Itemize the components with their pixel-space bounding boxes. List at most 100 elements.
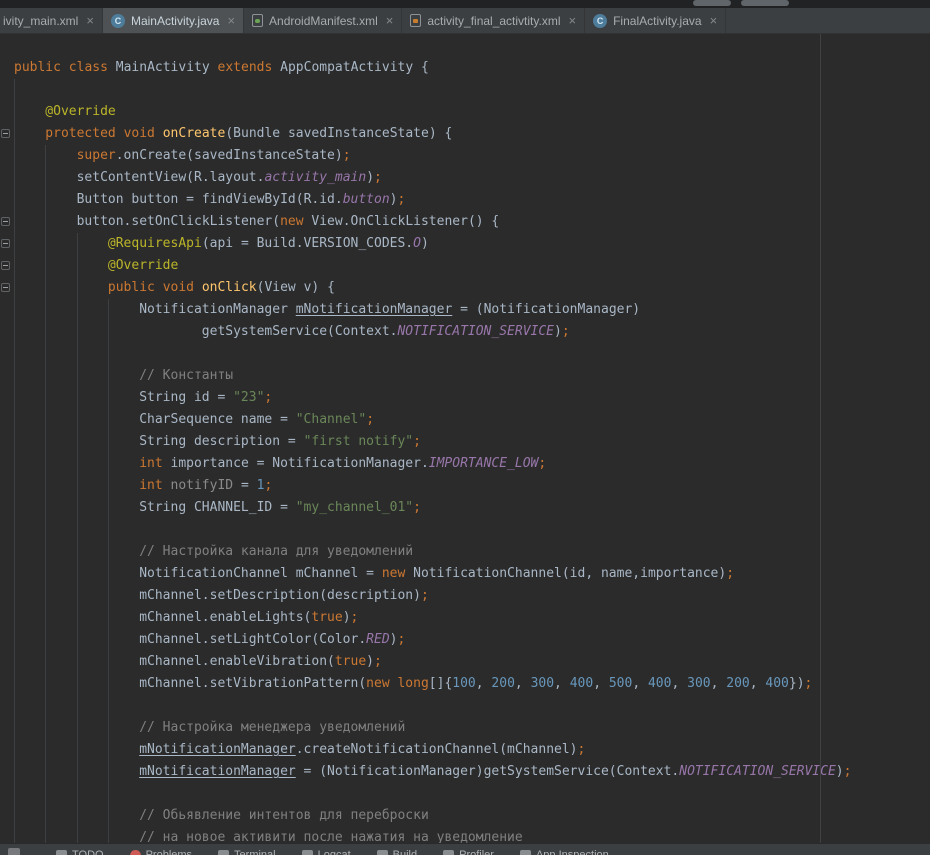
indent-guide: [77, 673, 108, 695]
toolwindow-label: App Inspection: [536, 849, 609, 855]
indent-guide: [14, 233, 45, 255]
code-line: mNotificationManager.createNotificationC…: [0, 739, 930, 761]
code-line: Button button = findViewById(R.id.button…: [0, 189, 930, 211]
toolwindow-button-profiler[interactable]: Profiler: [443, 846, 494, 855]
indent-guide: [14, 79, 45, 101]
gutter: [0, 321, 14, 343]
indent-guide: [45, 629, 76, 651]
toolwindow-button-problems[interactable]: Problems: [130, 846, 192, 855]
indent-guide: [77, 387, 108, 409]
toolwindow-button-build[interactable]: Build: [377, 846, 417, 855]
close-icon[interactable]: ×: [569, 14, 577, 27]
indent-guide: [45, 321, 76, 343]
code-line: NotificationChannel mChannel = new Notif…: [0, 563, 930, 585]
indent-guide: [14, 321, 45, 343]
code-line: mNotificationManager = (NotificationMana…: [0, 761, 930, 783]
gutter: [0, 431, 14, 453]
indent-guide: [45, 211, 76, 233]
indent-guide: [77, 585, 108, 607]
indent-guide: [45, 761, 76, 783]
indent-guide: [14, 563, 45, 585]
close-icon[interactable]: ×: [386, 14, 394, 27]
indent-guide: [108, 783, 139, 805]
code-line: super.onCreate(savedInstanceState);: [0, 145, 930, 167]
tab-ivity-main-xml[interactable]: ivity_main.xml×: [0, 8, 103, 33]
indent-guide: [14, 585, 45, 607]
indent-guide: [14, 211, 45, 233]
indent-guide: [14, 651, 45, 673]
fold-marker-icon[interactable]: [1, 239, 10, 248]
gutter: [0, 475, 14, 497]
fold-marker-icon[interactable]: [1, 261, 10, 270]
indent-guide: [45, 585, 76, 607]
indent-guide: [14, 255, 45, 277]
indent-guide: [77, 629, 108, 651]
code-line: [0, 519, 930, 541]
indent-guide: [45, 189, 76, 211]
code-line: [0, 343, 930, 365]
indent-guide: [108, 519, 139, 541]
gutter: [0, 57, 14, 79]
indent-guide: [108, 739, 139, 761]
indent-guide: [77, 475, 108, 497]
code-line: mChannel.setLightColor(Color.RED);: [0, 629, 930, 651]
toolwindow-button-todo[interactable]: TODO: [56, 846, 104, 855]
indent-guide: [108, 541, 139, 563]
tab-androidmanifest-xml[interactable]: AndroidManifest.xml×: [244, 8, 402, 33]
indent-guide: [14, 673, 45, 695]
indent-guide: [14, 453, 45, 475]
gutter: [0, 497, 14, 519]
indent-guide: [14, 277, 45, 299]
terminal-icon: [218, 850, 229, 855]
indent-guide: [77, 343, 108, 365]
xml-file-icon: [410, 14, 421, 27]
toolwindow-label: Build: [393, 849, 417, 855]
indent-guide: [14, 409, 45, 431]
toolwindow-button-app-inspection[interactable]: App Inspection: [520, 846, 609, 855]
indent-guide: [45, 167, 76, 189]
indent-guide: [14, 101, 45, 123]
indent-guide: [77, 607, 108, 629]
tab-finalactivity-java[interactable]: CFinalActivity.java×: [585, 8, 726, 33]
indent-guide: [108, 321, 139, 343]
fold-marker-icon[interactable]: [1, 283, 10, 292]
indent-guide: [45, 365, 76, 387]
toolwindow-switcher-icon[interactable]: [8, 848, 20, 855]
ide-window: ivity_main.xml×CMainActivity.java×Androi…: [0, 0, 930, 855]
toolwindow-button-logcat[interactable]: Logcat: [302, 846, 351, 855]
indent-guide: [77, 497, 108, 519]
toolwindow-button-terminal[interactable]: Terminal: [218, 846, 276, 855]
code-line: // Настройка менеджера уведомлений: [0, 717, 930, 739]
close-icon[interactable]: ×: [710, 14, 718, 27]
code-line: String description = "first notify";: [0, 431, 930, 453]
indent-guide: [108, 453, 139, 475]
fold-marker-icon[interactable]: [1, 129, 10, 138]
fold-marker-icon[interactable]: [1, 217, 10, 226]
indent-guide: [45, 145, 76, 167]
indent-guide: [77, 805, 108, 827]
todo-icon: [56, 850, 67, 855]
code-line: NotificationManager mNotificationManager…: [0, 299, 930, 321]
tab-mainactivity-java[interactable]: CMainActivity.java×: [103, 8, 244, 33]
indent-guide: [77, 321, 108, 343]
gutter: [0, 629, 14, 651]
gutter: [0, 167, 14, 189]
code-line: int importance = NotificationManager.IMP…: [0, 453, 930, 475]
indent-guide: [77, 277, 108, 299]
indent-guide: [14, 541, 45, 563]
code-line: button.setOnClickListener(new View.OnCli…: [0, 211, 930, 233]
indent-guide: [14, 167, 45, 189]
indent-guide: [45, 563, 76, 585]
tab-label: MainActivity.java: [131, 8, 219, 34]
indent-guide: [77, 783, 108, 805]
code-line: mChannel.setVibrationPattern(new long[]{…: [0, 673, 930, 695]
close-icon[interactable]: ×: [227, 14, 235, 27]
gutter: [0, 761, 14, 783]
indent-guide: [45, 519, 76, 541]
gutter: [0, 277, 14, 299]
tab-activity-final-activtity-xml[interactable]: activity_final_activtity.xml×: [402, 8, 585, 33]
close-icon[interactable]: ×: [86, 14, 94, 27]
code-editor[interactable]: public class MainActivity extends AppCom…: [0, 34, 930, 843]
gutter: [0, 145, 14, 167]
indent-guide: [14, 145, 45, 167]
